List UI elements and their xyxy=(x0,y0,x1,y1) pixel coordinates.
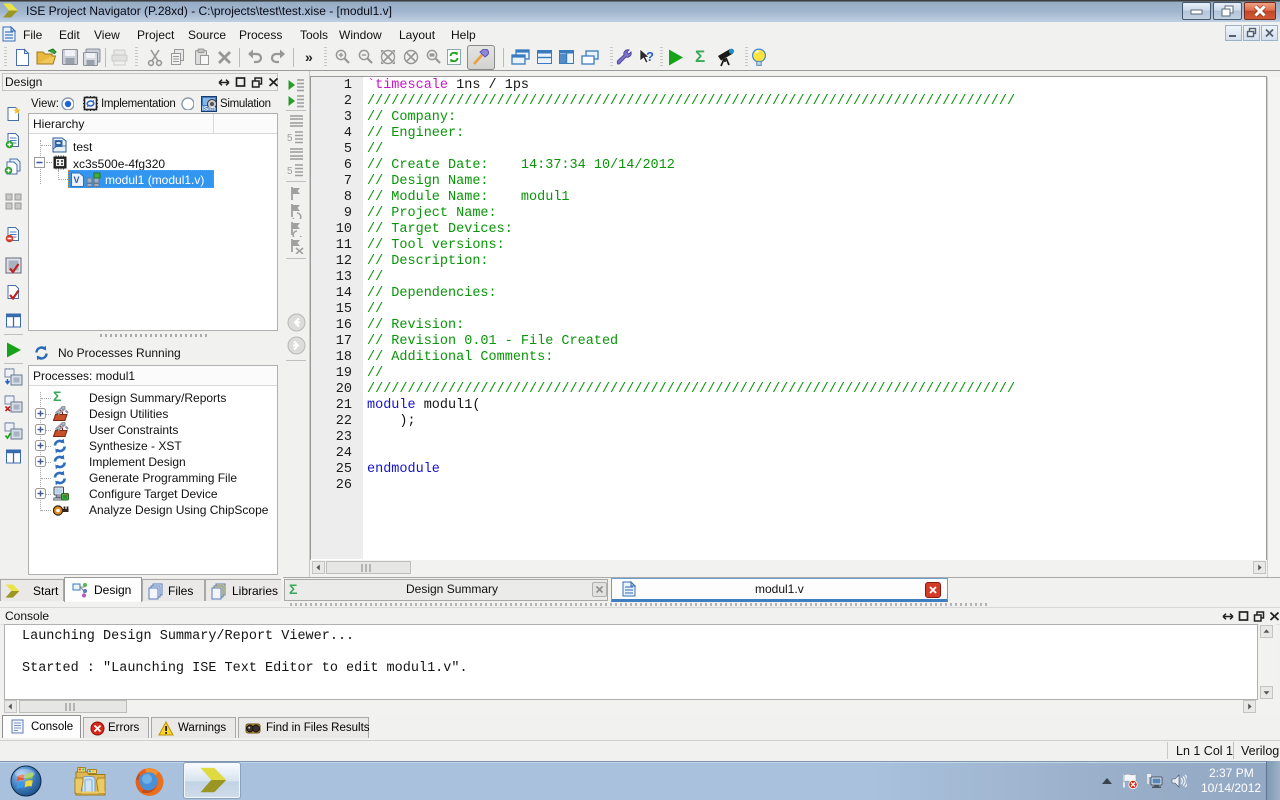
svg-text:ISim: ISim xyxy=(202,106,216,113)
svg-text:5: 5 xyxy=(287,166,293,177)
svg-text:V: V xyxy=(74,175,80,185)
svg-text:5: 5 xyxy=(287,133,293,144)
svg-text:?: ? xyxy=(646,49,654,64)
